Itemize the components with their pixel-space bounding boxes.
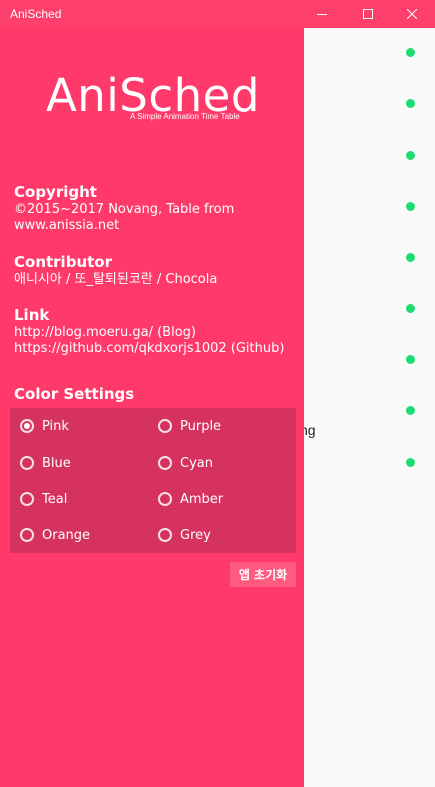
maximize-icon xyxy=(363,9,373,19)
contributor-title: Contributor xyxy=(14,253,112,271)
app-subtitle: A Simple Animation Time Table xyxy=(130,112,240,121)
link-section: Link http://blog.moeru.ga/ (Blog) https:… xyxy=(14,306,299,357)
title-bar: AniSched xyxy=(0,0,435,28)
copyright-line1: ©2015~2017 Novang, Table from xyxy=(14,202,235,217)
color-option-label: Pink xyxy=(42,418,69,434)
minimize-button[interactable] xyxy=(299,0,345,28)
link-title: Link xyxy=(14,306,50,324)
color-option-cyan[interactable]: Cyan xyxy=(158,453,213,473)
radio-unchecked-icon xyxy=(158,419,172,433)
status-dot-icon xyxy=(406,99,415,108)
copyright-title: Copyright xyxy=(14,183,97,201)
color-option-grey[interactable]: Grey xyxy=(158,525,211,545)
color-option-label: Teal xyxy=(42,491,68,507)
contributor-section: Contributor 애니시아 / 또_탈퇴된코란 / Chocola xyxy=(14,253,299,288)
color-option-label: Cyan xyxy=(180,455,213,471)
github-link[interactable]: https://github.com/qkdxorjs1002 (Github) xyxy=(14,341,299,357)
status-dot-icon xyxy=(406,355,415,364)
radio-checked-icon xyxy=(20,419,34,433)
color-option-label: Grey xyxy=(180,527,211,543)
status-dot-icon xyxy=(406,151,415,160)
color-option-orange[interactable]: Orange xyxy=(20,525,90,545)
color-option-purple[interactable]: Purple xyxy=(158,416,221,436)
window-title: AniSched xyxy=(10,7,62,21)
color-option-label: Purple xyxy=(180,418,222,434)
close-icon xyxy=(407,9,417,19)
reset-app-button[interactable]: 앱 초기화 xyxy=(230,562,296,587)
status-dot-icon xyxy=(406,458,415,467)
minimize-icon xyxy=(317,14,327,15)
color-option-blue[interactable]: Blue xyxy=(20,453,71,473)
copyright-section: Copyright ©2015~2017 Novang, Table from … xyxy=(14,183,299,234)
status-dot-icon xyxy=(406,48,415,57)
color-option-label: Orange xyxy=(42,527,91,543)
color-option-amber[interactable]: Amber xyxy=(158,489,223,509)
color-option-pink[interactable]: Pink xyxy=(20,416,69,436)
color-options-group: Pink Purple Blue Cyan Teal Amber Orange xyxy=(10,408,296,553)
status-dot-icon xyxy=(406,253,415,262)
color-option-label: Blue xyxy=(42,455,71,471)
color-option-teal[interactable]: Teal xyxy=(20,489,67,509)
blog-link[interactable]: http://blog.moeru.ga/ (Blog) xyxy=(14,325,299,341)
color-option-label: Amber xyxy=(180,491,224,507)
copyright-line2: www.anissia.net xyxy=(14,218,120,233)
close-button[interactable] xyxy=(389,0,435,28)
status-dot-icon xyxy=(406,406,415,415)
radio-unchecked-icon xyxy=(158,528,172,542)
maximize-button[interactable] xyxy=(345,0,391,28)
radio-unchecked-icon xyxy=(20,528,34,542)
radio-unchecked-icon xyxy=(20,456,34,470)
status-dot-icon xyxy=(406,202,415,211)
radio-unchecked-icon xyxy=(158,492,172,506)
settings-panel: AniSched A Simple Animation Time Table C… xyxy=(0,28,304,787)
status-dot-icon xyxy=(406,304,415,313)
color-settings-title: Color Settings xyxy=(14,385,135,403)
radio-unchecked-icon xyxy=(20,492,34,506)
contributor-line1: 애니시아 / 또_탈퇴된코란 / Chocola xyxy=(14,272,218,287)
radio-unchecked-icon xyxy=(158,456,172,470)
